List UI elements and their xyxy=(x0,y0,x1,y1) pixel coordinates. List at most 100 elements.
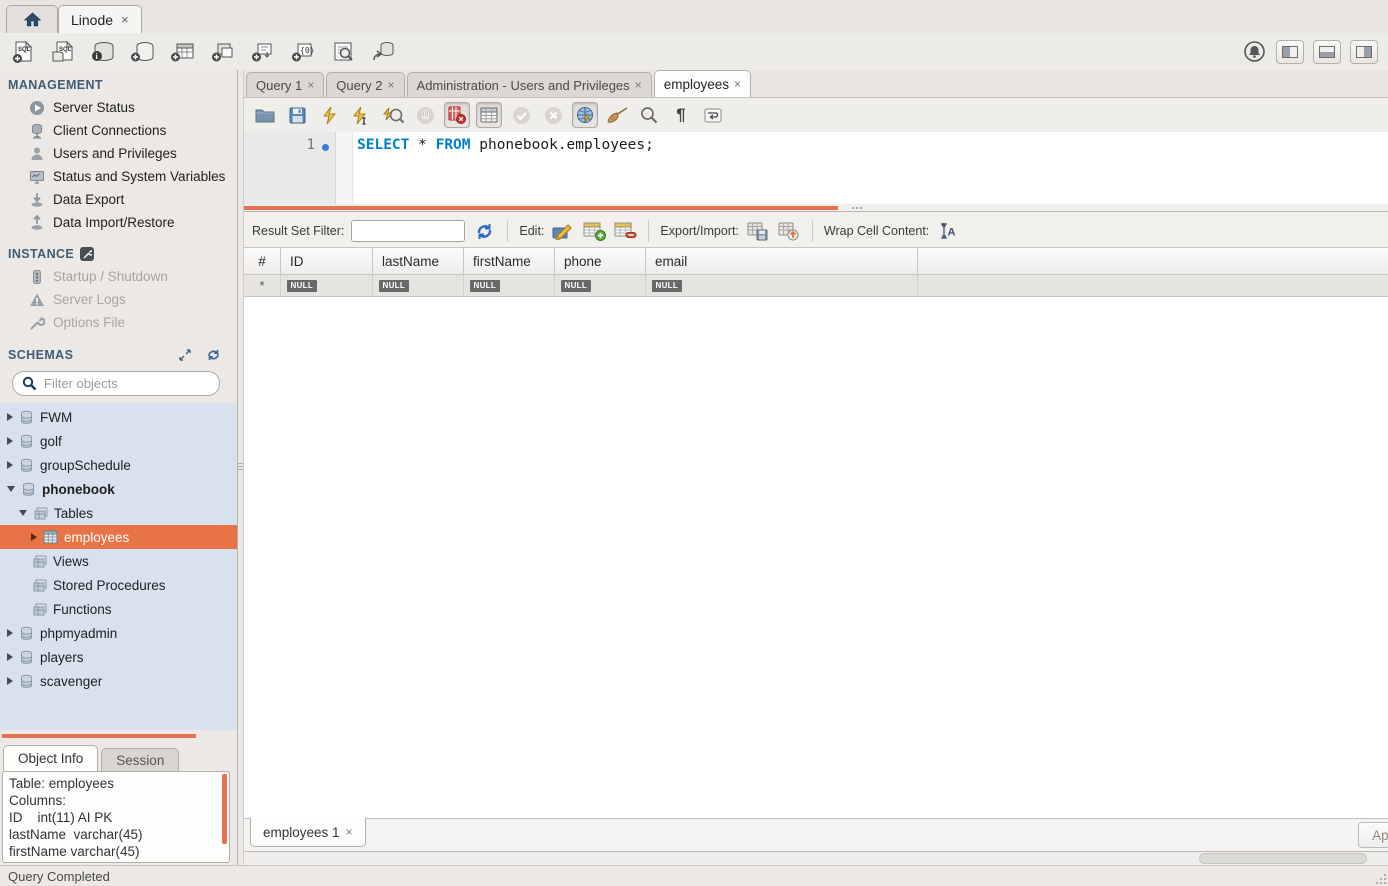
sidebar-item-data-import-restore[interactable]: Data Import/Restore xyxy=(0,211,237,234)
close-icon[interactable]: × xyxy=(119,12,129,27)
column-header-lastname[interactable]: lastName xyxy=(373,248,464,274)
open-script-button[interactable] xyxy=(252,102,278,128)
sidebar-item-client-connections[interactable]: Client Connections xyxy=(0,119,237,142)
cell-email[interactable]: NULL xyxy=(646,275,918,296)
close-icon[interactable]: × xyxy=(635,78,642,92)
edit-record-icon[interactable] xyxy=(551,220,575,242)
show-invisible-characters-button[interactable]: ¶ xyxy=(668,102,694,128)
schema-node-scavenger[interactable]: scavenger xyxy=(0,669,237,693)
cell-lastname[interactable]: NULL xyxy=(373,275,464,296)
beautify-script-button[interactable] xyxy=(604,102,630,128)
collapse-icon[interactable] xyxy=(19,510,27,516)
horizontal-scrollbar-thumb[interactable] xyxy=(1199,853,1367,864)
apply-button[interactable]: Apply xyxy=(1358,822,1388,848)
sidebar-splitter[interactable] xyxy=(0,730,237,743)
tab-administration[interactable]: Administration - Users and Privileges× xyxy=(407,72,652,97)
toggle-autocommit-button[interactable] xyxy=(572,102,598,128)
column-header-firstname[interactable]: firstName xyxy=(464,248,555,274)
tab-object-info[interactable]: Object Info xyxy=(3,745,98,771)
new-sql-tab-button[interactable]: SQL xyxy=(10,39,36,65)
expand-icon[interactable] xyxy=(7,413,13,421)
cell-id[interactable]: NULL xyxy=(281,275,373,296)
editor-results-splitter[interactable] xyxy=(244,204,1388,215)
stop-query-button[interactable] xyxy=(412,102,438,128)
horizontal-scrollbar[interactable] xyxy=(244,851,1388,865)
tree-node-tables[interactable]: Tables xyxy=(0,501,237,525)
result-filter-input[interactable] xyxy=(351,220,465,242)
toggle-word-wrap-button[interactable] xyxy=(700,102,726,128)
create-stored-procedure-icon[interactable] xyxy=(250,39,276,65)
sidebar-item-server-logs[interactable]: Server Logs xyxy=(0,288,237,311)
schema-node-golf[interactable]: golf xyxy=(0,429,237,453)
schema-filter-input[interactable] xyxy=(44,376,220,391)
collapse-icon[interactable] xyxy=(7,486,15,492)
tree-node-views[interactable]: Views xyxy=(0,549,237,573)
refresh-icon[interactable] xyxy=(472,220,496,242)
sidebar-resize-handle[interactable] xyxy=(238,70,243,865)
schema-node-phonebook[interactable]: phonebook xyxy=(0,477,237,501)
schema-node-players[interactable]: players xyxy=(0,645,237,669)
tree-node-functions[interactable]: Functions xyxy=(0,597,237,621)
schema-node-fwm[interactable]: FWM xyxy=(0,405,237,429)
cell-firstname[interactable]: NULL xyxy=(464,275,555,296)
inspect-database-icon[interactable]: i xyxy=(90,39,116,65)
schema-node-groupschedule[interactable]: groupSchedule xyxy=(0,453,237,477)
import-records-icon[interactable] xyxy=(777,220,801,242)
toggle-sidebar-button[interactable] xyxy=(1276,40,1304,64)
home-tab[interactable] xyxy=(6,5,58,33)
rollback-button[interactable] xyxy=(540,102,566,128)
cell-phone[interactable]: NULL xyxy=(555,275,646,296)
sidebar-item-status-system-variables[interactable]: Status and System Variables xyxy=(0,165,237,188)
sidebar-item-data-export[interactable]: Data Export xyxy=(0,188,237,211)
search-table-data-icon[interactable] xyxy=(330,39,356,65)
reconnect-dbms-icon[interactable] xyxy=(370,39,396,65)
find-button[interactable] xyxy=(636,102,662,128)
commit-button[interactable] xyxy=(508,102,534,128)
expand-icon[interactable] xyxy=(7,437,13,445)
expand-icon[interactable] xyxy=(7,461,13,469)
sidebar-item-users-and-privileges[interactable]: Users and Privileges xyxy=(0,142,237,165)
tree-node-employees[interactable]: employees xyxy=(0,525,237,549)
sql-editor[interactable]: 1 SELECT * FROM phonebook.employees; xyxy=(244,132,1388,204)
expand-icon[interactable] xyxy=(7,653,13,661)
column-header-rownum[interactable]: # xyxy=(244,248,281,274)
execute-query-button[interactable] xyxy=(316,102,342,128)
result-tab-employees-1[interactable]: employees 1 × xyxy=(250,818,366,847)
tab-query-1[interactable]: Query 1× xyxy=(246,72,324,97)
sidebar-item-startup-shutdown[interactable]: Startup / Shutdown xyxy=(0,265,237,288)
sql-code[interactable]: SELECT * FROM phonebook.employees; xyxy=(353,132,1388,204)
execute-current-statement-button[interactable] xyxy=(348,102,374,128)
export-resultset-icon[interactable] xyxy=(746,220,770,242)
limit-rows-button[interactable] xyxy=(476,102,502,128)
expand-icon[interactable] xyxy=(31,533,37,541)
create-function-icon[interactable]: {0} xyxy=(290,39,316,65)
save-script-button[interactable] xyxy=(284,102,310,128)
close-icon[interactable]: × xyxy=(388,78,395,92)
toggle-bottom-panel-button[interactable] xyxy=(1313,40,1341,64)
column-header-email[interactable]: email xyxy=(646,248,918,274)
wrap-cell-content-icon[interactable]: A xyxy=(936,220,960,242)
close-icon[interactable]: × xyxy=(734,77,741,91)
expand-icon[interactable] xyxy=(7,629,13,637)
schema-filter-box[interactable] xyxy=(12,371,220,396)
create-view-icon[interactable] xyxy=(210,39,236,65)
resize-grip[interactable] xyxy=(1372,870,1386,884)
expand-schemas-icon[interactable] xyxy=(177,348,192,362)
create-schema-icon[interactable] xyxy=(130,39,156,65)
toggle-right-panel-button[interactable] xyxy=(1350,40,1378,64)
toggle-stop-on-error-button[interactable] xyxy=(444,102,470,128)
close-icon[interactable]: × xyxy=(307,78,314,92)
column-header-id[interactable]: ID xyxy=(281,248,373,274)
instance-config-icon[interactable] xyxy=(80,247,94,261)
sidebar-item-options-file[interactable]: Options File xyxy=(0,311,237,334)
column-header-phone[interactable]: phone xyxy=(555,248,646,274)
tab-employees[interactable]: employees× xyxy=(654,70,751,97)
refresh-schemas-icon[interactable] xyxy=(206,348,221,362)
notifications-icon[interactable] xyxy=(1241,39,1267,65)
tab-query-2[interactable]: Query 2× xyxy=(326,72,404,97)
tree-node-stored-procedures[interactable]: Stored Procedures xyxy=(0,573,237,597)
close-icon[interactable]: × xyxy=(346,825,353,839)
result-grid-body[interactable] xyxy=(244,297,1388,818)
delete-row-icon[interactable] xyxy=(613,220,637,242)
explain-query-button[interactable] xyxy=(380,102,406,128)
